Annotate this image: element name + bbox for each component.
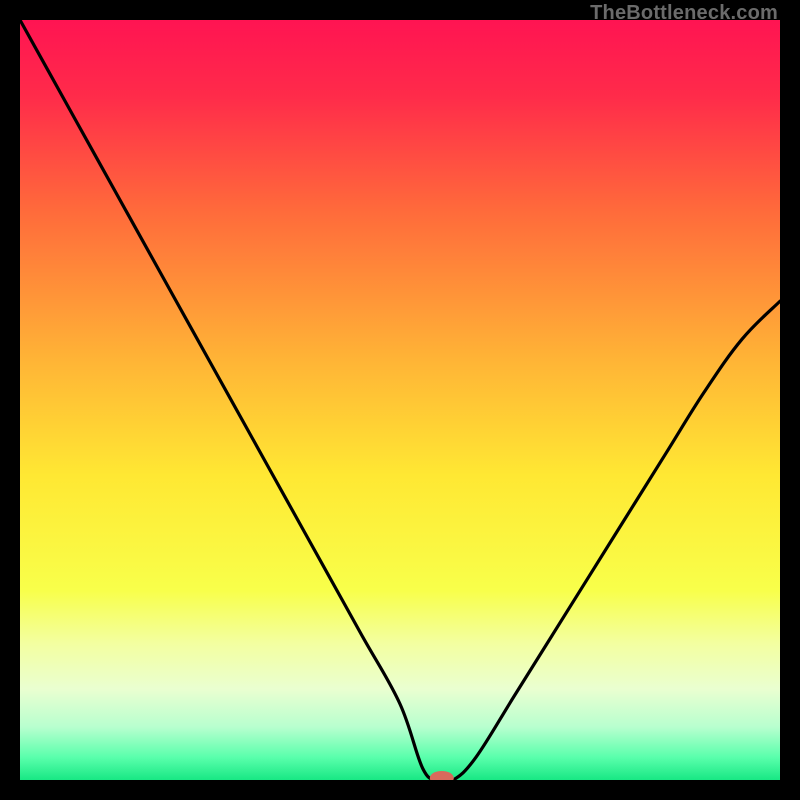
bottleneck-curve (20, 20, 780, 780)
chart-frame: TheBottleneck.com (0, 0, 800, 800)
watermark-text: TheBottleneck.com (590, 2, 778, 25)
plot-area (20, 20, 780, 780)
minimum-marker (430, 771, 454, 780)
